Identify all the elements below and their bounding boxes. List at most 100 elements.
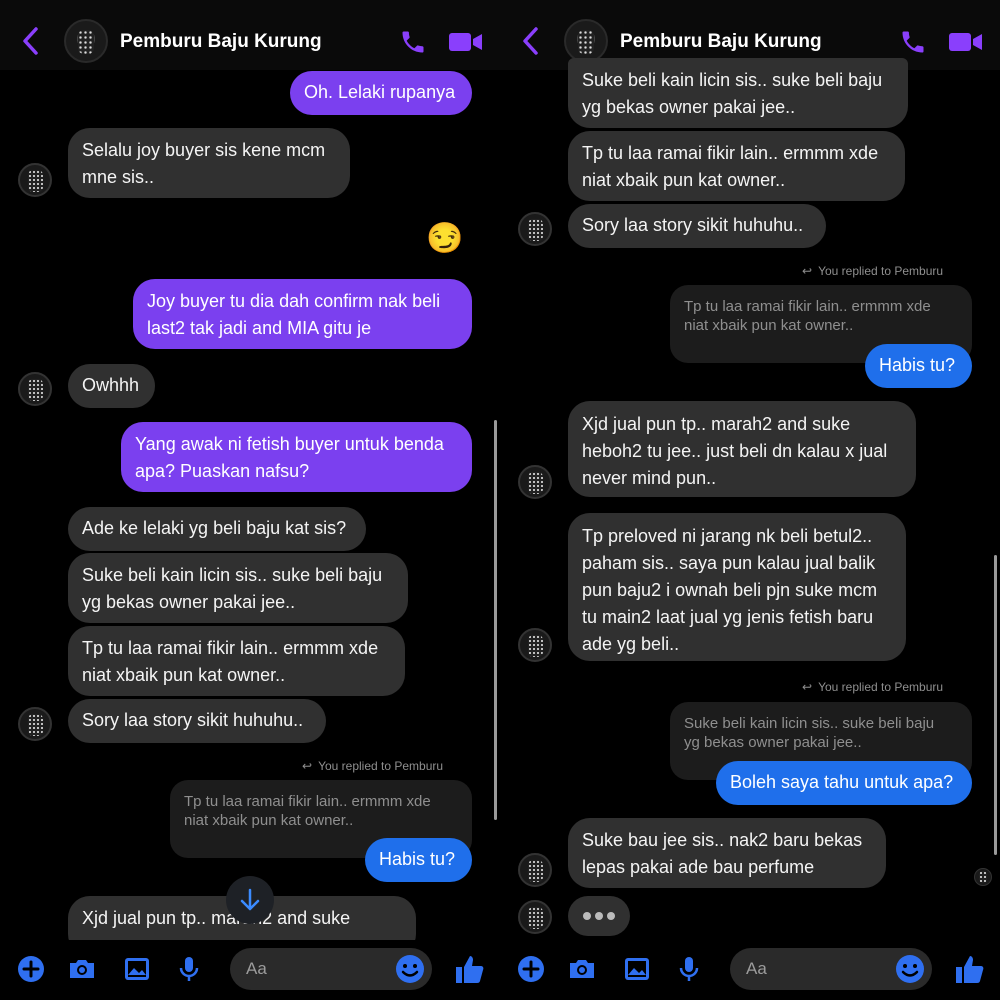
message-composer: Aa	[0, 940, 500, 1000]
camera-icon[interactable]	[567, 954, 597, 984]
contact-name[interactable]: Pemburu Baju Kurung	[620, 31, 822, 53]
reply-note-text: You replied to Pemburu	[318, 759, 444, 773]
microphone-icon[interactable]	[174, 954, 204, 984]
contact-avatar[interactable]	[564, 19, 608, 63]
message-outgoing[interactable]: Habis tu?	[365, 838, 472, 882]
quoted-text: niat xbaik pun kat owner..	[684, 317, 854, 334]
message-text: last2 tak jadi and MIA gitu je	[147, 318, 372, 338]
message-incoming[interactable]: Sory laa story sikit huhuhu..	[568, 204, 826, 248]
sender-avatar	[18, 163, 52, 197]
add-icon[interactable]	[516, 954, 546, 984]
message-text: Yang awak ni fetish buyer untuk benda	[135, 434, 444, 454]
message-text: apa? Puaskan nafsu?	[135, 461, 310, 481]
message-input-placeholder: Aa	[746, 959, 767, 978]
message-text: Habis tu?	[379, 849, 456, 869]
camera-icon[interactable]	[67, 954, 97, 984]
message-incoming[interactable]: Suke beli kain licin sis.. suke beli baj…	[68, 553, 408, 623]
read-receipt-avatar	[974, 868, 992, 886]
phone-call-icon[interactable]	[398, 28, 428, 56]
sender-avatar	[18, 707, 52, 741]
message-text: Tp tu laa ramai fikir lain.. ermmm xde	[582, 143, 879, 163]
smirk-emoji[interactable]: 😏	[426, 220, 463, 258]
scrollbar[interactable]	[494, 420, 497, 820]
arrow-down-icon	[240, 888, 260, 911]
message-outgoing[interactable]: Boleh saya tahu untuk apa?	[716, 761, 972, 805]
message-text: Tp tu laa ramai fikir lain.. ermmm xde	[82, 638, 379, 658]
message-text: yg bekas owner pakai jee..	[82, 592, 296, 612]
message-input[interactable]: Aa	[730, 948, 932, 990]
quoted-text: Tp tu laa ramai fikir lain.. ermmm xde	[684, 298, 931, 315]
contact-name[interactable]: Pemburu Baju Kurung	[120, 31, 322, 53]
message-incoming[interactable]: Tp preloved ni jarang nk beli betul2.. p…	[568, 513, 906, 661]
message-text: Xjd jual pun tp.. marah2 and suke	[82, 908, 351, 928]
back-arrow-icon[interactable]	[520, 26, 542, 56]
contact-avatar[interactable]	[64, 19, 108, 63]
scrollbar[interactable]	[994, 555, 997, 855]
message-text: yg bekas owner pakai jee..	[582, 97, 796, 117]
sender-avatar	[518, 853, 552, 887]
message-text: Suke beli kain licin sis.. suke beli baj…	[582, 70, 883, 90]
phone-call-icon[interactable]	[898, 28, 928, 56]
message-incoming[interactable]: Xjd jual pun tp.. marah2 and suke heboh2…	[568, 401, 916, 497]
message-incoming[interactable]: Tp tu laa ramai fikir lain.. ermmm xde n…	[68, 626, 405, 696]
message-outgoing[interactable]: Oh. Lelaki rupanya	[290, 71, 472, 115]
sender-avatar	[518, 465, 552, 499]
message-outgoing[interactable]: Yang awak ni fetish buyer untuk benda ap…	[121, 422, 472, 492]
chat-panel-left: Pemburu Baju Kurung Oh. Lelaki rupanya S…	[0, 0, 500, 1000]
message-incoming[interactable]: Suke bau jee sis.. nak2 baru bekas lepas…	[568, 818, 886, 888]
thumbs-up-icon[interactable]	[952, 952, 986, 986]
quoted-text: Suke beli kain licin sis.. suke beli baj…	[684, 715, 935, 732]
message-text: tu main2 laat jual yg jenis fetish baru	[582, 607, 874, 627]
message-text: Habis tu?	[879, 355, 956, 375]
message-text: niat xbaik pun kat owner..	[582, 170, 786, 190]
message-incoming[interactable]: Ade ke lelaki yg beli baju kat sis?	[68, 507, 366, 551]
add-icon[interactable]	[16, 954, 46, 984]
chat-header: Pemburu Baju Kurung	[0, 0, 500, 70]
message-text: Sory laa story sikit huhuhu..	[82, 710, 304, 730]
sender-avatar	[18, 372, 52, 406]
message-text: paham sis.. saya pun kalau jual balik	[582, 553, 876, 573]
thumbs-up-icon[interactable]	[452, 952, 486, 986]
message-incoming[interactable]: Owhhh	[68, 364, 155, 408]
message-text: never mind pun..	[582, 468, 717, 488]
sender-avatar	[518, 628, 552, 662]
scroll-to-bottom-button[interactable]	[226, 876, 274, 924]
quoted-text: Tp tu laa ramai fikir lain.. ermmm xde	[184, 793, 431, 810]
chat-panel-right: Pemburu Baju Kurung Suke beli kain licin…	[500, 0, 1000, 1000]
emoji-icon[interactable]	[394, 953, 426, 985]
back-arrow-icon[interactable]	[20, 26, 42, 56]
message-incoming[interactable]: Suke beli kain licin sis.. suke beli baj…	[568, 58, 908, 128]
message-text: heboh2 tu jee.. just beli dn kalau x jua…	[582, 441, 888, 461]
reply-note-text: You replied to Pemburu	[818, 264, 944, 278]
microphone-icon[interactable]	[674, 954, 704, 984]
message-incoming[interactable]: Sory laa story sikit huhuhu..	[68, 699, 326, 743]
reply-indicator: ↩ You replied to Pemburu	[802, 680, 943, 694]
message-text: Joy buyer tu dia dah confirm nak beli	[147, 291, 441, 311]
reply-indicator: ↩ You replied to Pemburu	[302, 759, 443, 773]
message-incoming[interactable]: Selalu joy buyer sis kene mcm mne sis..	[68, 128, 350, 198]
message-text: lepas pakai ade bau perfume	[582, 857, 815, 877]
reply-indicator: ↩ You replied to Pemburu	[802, 264, 943, 278]
message-text: Sory laa story sikit huhuhu..	[582, 215, 804, 235]
video-call-icon[interactable]	[448, 30, 484, 54]
message-input[interactable]: Aa	[230, 948, 432, 990]
message-outgoing[interactable]: Habis tu?	[865, 344, 972, 388]
message-text: Xjd jual pun tp.. marah2 and suke	[582, 414, 851, 434]
message-text: Suke beli kain licin sis.. suke beli baj…	[82, 565, 383, 585]
message-input-placeholder: Aa	[246, 959, 267, 978]
emoji-icon[interactable]	[894, 953, 926, 985]
message-incoming[interactable]: Tp tu laa ramai fikir lain.. ermmm xde n…	[568, 131, 905, 201]
reply-note-text: You replied to Pemburu	[818, 680, 944, 694]
message-outgoing[interactable]: Joy buyer tu dia dah confirm nak beli la…	[133, 279, 472, 349]
gallery-icon[interactable]	[622, 954, 652, 984]
message-text: Oh. Lelaki rupanya	[304, 82, 456, 102]
quoted-text: yg bekas owner pakai jee..	[684, 734, 862, 751]
gallery-icon[interactable]	[122, 954, 152, 984]
video-call-icon[interactable]	[948, 30, 984, 54]
typing-indicator	[568, 896, 630, 936]
message-text: Selalu joy buyer sis kene mcm	[82, 140, 326, 160]
reply-arrow-icon: ↩	[802, 680, 813, 694]
message-text: Ade ke lelaki yg beli baju kat sis?	[82, 518, 347, 538]
message-text: Suke bau jee sis.. nak2 baru bekas	[582, 830, 863, 850]
sender-avatar	[518, 900, 552, 934]
